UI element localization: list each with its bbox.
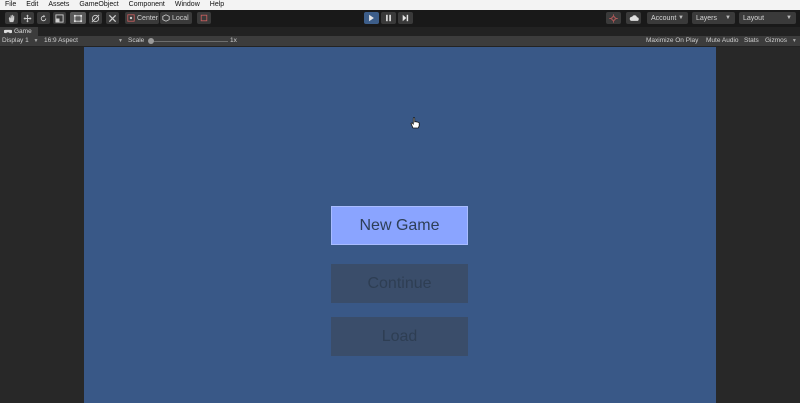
chevron-down-icon: ▼ bbox=[118, 38, 123, 44]
main-toolbar: Center Local Account ▼ Layers ▼ Layout ▼ bbox=[0, 10, 800, 27]
pivot-center-label: Center bbox=[137, 14, 159, 22]
display-label: Display 1 bbox=[2, 37, 29, 44]
load-button[interactable]: Load bbox=[331, 317, 468, 356]
menu-assets[interactable]: Assets bbox=[43, 0, 74, 10]
custom-tool-button[interactable] bbox=[106, 12, 119, 24]
gizmos-label: Gizmos bbox=[765, 37, 788, 44]
pivot-local-toggle[interactable]: Local bbox=[160, 12, 192, 24]
chevron-down-icon: ▼ bbox=[786, 15, 792, 21]
menu-gameobject[interactable]: GameObject bbox=[74, 0, 123, 10]
layout-dropdown[interactable]: Layout ▼ bbox=[739, 12, 796, 24]
move-icon bbox=[23, 13, 32, 23]
play-button[interactable] bbox=[364, 12, 379, 24]
rotate-tool-button[interactable] bbox=[37, 12, 50, 24]
scale-icon bbox=[55, 13, 64, 23]
hand-icon bbox=[8, 14, 15, 22]
window-tab-bar: Game bbox=[0, 27, 800, 36]
account-dropdown[interactable]: Account ▼ bbox=[647, 12, 688, 24]
move-tool-button[interactable] bbox=[21, 12, 34, 24]
tab-game[interactable]: Game bbox=[0, 27, 38, 36]
rect-transform-icon bbox=[73, 14, 83, 22]
stats-toggle[interactable]: Stats bbox=[744, 36, 759, 46]
grid-snap-button[interactable] bbox=[197, 12, 211, 24]
layers-label: Layers bbox=[696, 14, 718, 22]
menu-edit[interactable]: Edit bbox=[21, 0, 43, 10]
pivot-center-toggle[interactable]: Center bbox=[125, 12, 159, 24]
display-dropdown[interactable]: Display 1 ▼ bbox=[2, 36, 39, 46]
scale-label: Scale bbox=[128, 37, 145, 44]
mute-audio-toggle[interactable]: Mute Audio bbox=[706, 36, 739, 46]
game-viewport[interactable]: New Game Continue Load bbox=[84, 47, 716, 403]
tab-game-label: Game bbox=[14, 28, 32, 35]
grid-snap-icon bbox=[200, 14, 208, 22]
maximize-on-play-toggle[interactable]: Maximize On Play bbox=[646, 36, 698, 46]
transform-tool-button[interactable] bbox=[89, 12, 102, 24]
chevron-down-icon: ▼ bbox=[725, 15, 731, 21]
scale-slider-track[interactable] bbox=[152, 40, 228, 42]
scale-slider-handle[interactable] bbox=[148, 38, 154, 44]
layers-dropdown[interactable]: Layers ▼ bbox=[692, 12, 735, 24]
aspect-dropdown[interactable]: 16:9 Aspect ▼ bbox=[44, 36, 124, 46]
gizmos-toggle[interactable]: Gizmos ▼ bbox=[765, 36, 797, 46]
collab-button[interactable] bbox=[606, 12, 621, 24]
transform-icon bbox=[91, 14, 100, 22]
pause-icon bbox=[386, 14, 391, 22]
pause-button[interactable] bbox=[381, 12, 396, 24]
step-icon bbox=[402, 14, 409, 22]
pivot-local-label: Local bbox=[172, 14, 189, 22]
chevron-down-icon: ▼ bbox=[791, 38, 797, 44]
menu-window[interactable]: Window bbox=[170, 0, 205, 10]
rotate-icon bbox=[40, 14, 47, 21]
hand-cursor-icon bbox=[410, 117, 420, 129]
hand-tool-button[interactable] bbox=[5, 12, 18, 24]
scale-tool-button[interactable] bbox=[53, 12, 66, 24]
tools-icon bbox=[108, 14, 117, 22]
menu-bar: File Edit Assets GameObject Component Wi… bbox=[0, 0, 800, 10]
game-view-toolbar: Display 1 ▼ 16:9 Aspect ▼ Scale 1x Maxim… bbox=[0, 36, 800, 47]
collab-icon bbox=[609, 13, 618, 23]
menu-file[interactable]: File bbox=[0, 0, 21, 10]
menu-help[interactable]: Help bbox=[205, 0, 229, 10]
step-button[interactable] bbox=[398, 12, 413, 24]
pivot-icon bbox=[127, 14, 135, 22]
scale-value: 1x bbox=[230, 37, 237, 44]
play-icon bbox=[369, 14, 374, 22]
new-game-button[interactable]: New Game bbox=[331, 206, 468, 245]
cloud-icon bbox=[629, 15, 639, 21]
chevron-down-icon: ▼ bbox=[678, 15, 684, 21]
layout-label: Layout bbox=[743, 14, 765, 22]
chevron-down-icon: ▼ bbox=[33, 38, 39, 44]
local-space-icon bbox=[162, 14, 170, 22]
menu-component[interactable]: Component bbox=[124, 0, 170, 10]
account-label: Account bbox=[651, 14, 677, 22]
rect-tool-button[interactable] bbox=[70, 12, 86, 24]
aspect-label: 16:9 Aspect bbox=[44, 37, 78, 44]
continue-button[interactable]: Continue bbox=[331, 264, 468, 303]
game-controller-icon bbox=[4, 29, 12, 34]
cloud-button[interactable] bbox=[626, 12, 641, 24]
